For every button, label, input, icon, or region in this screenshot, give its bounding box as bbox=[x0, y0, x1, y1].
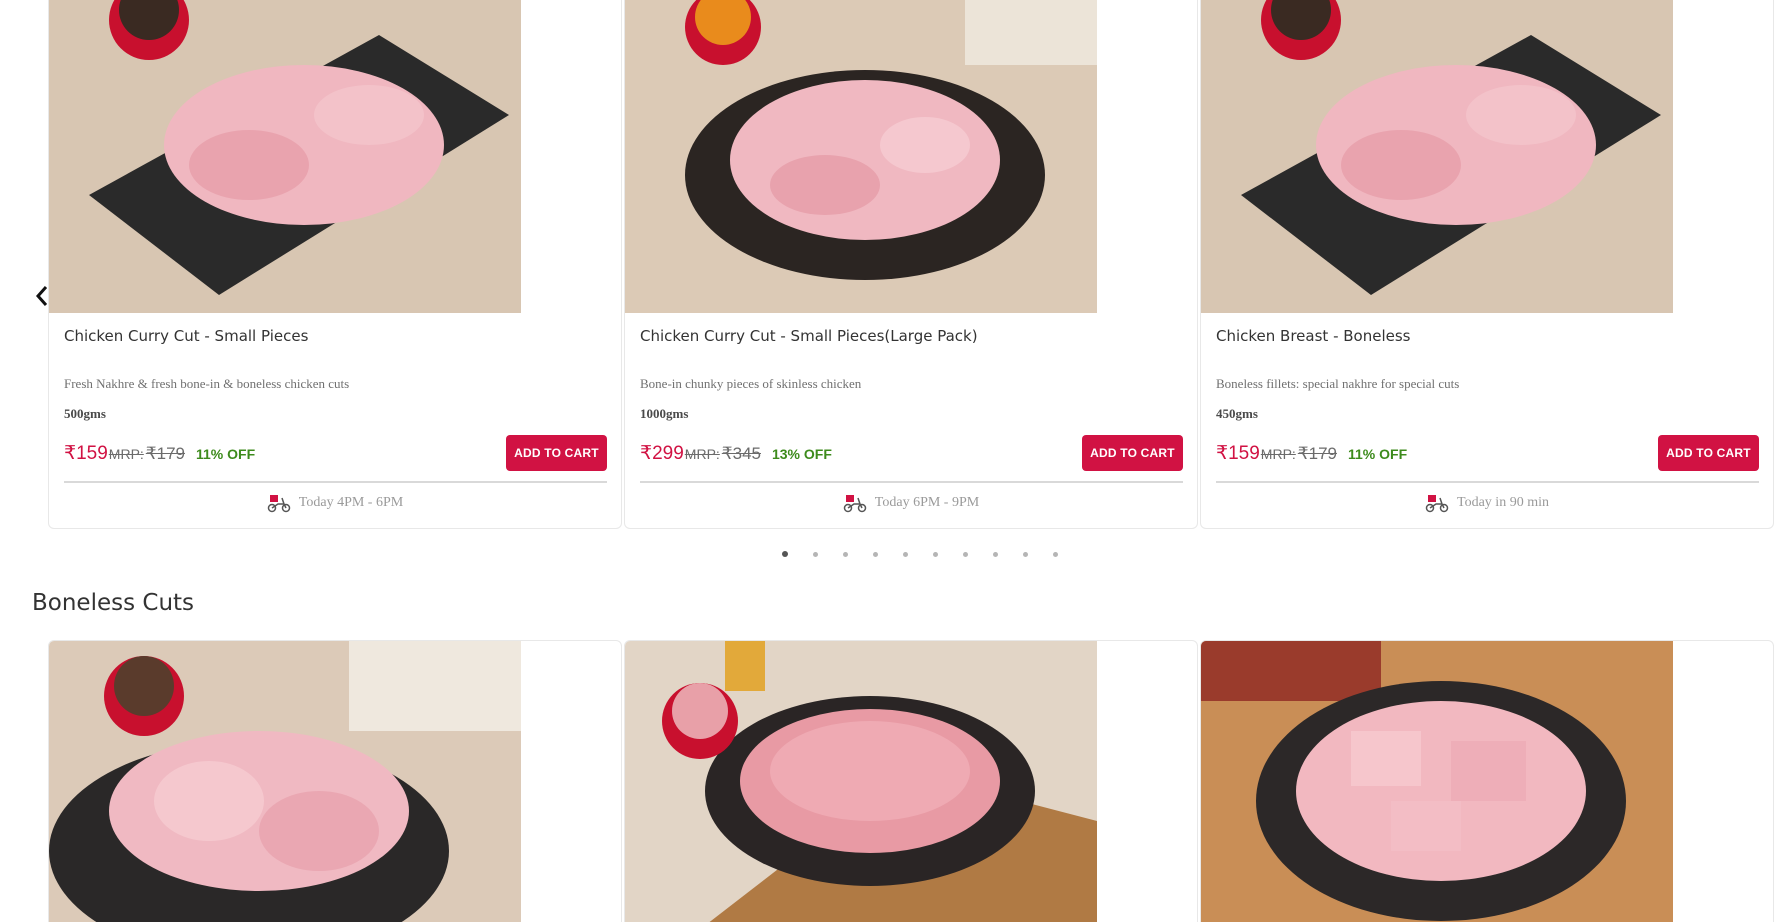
product-card[interactable]: Chicken Breast - Boneless Boneless fille… bbox=[1200, 0, 1774, 529]
product-image[interactable] bbox=[625, 641, 1097, 922]
product-mrp: ₹179 bbox=[1297, 444, 1337, 463]
product-card[interactable] bbox=[1200, 640, 1774, 922]
add-to-cart-button[interactable]: ADD TO CART bbox=[1658, 435, 1759, 471]
add-to-cart-button[interactable]: ADD TO CART bbox=[1082, 435, 1183, 471]
section-title: Boneless Cuts bbox=[32, 590, 195, 616]
product-name[interactable]: Chicken Breast - Boneless bbox=[1216, 327, 1410, 345]
scooter-icon bbox=[843, 493, 867, 513]
scooter-icon bbox=[267, 493, 291, 513]
product-image[interactable] bbox=[625, 0, 1097, 313]
carousel-dots bbox=[770, 549, 1070, 559]
discount-badge: 11% OFF bbox=[195, 446, 256, 462]
product-price: ₹299 bbox=[640, 443, 684, 464]
carousel-dot[interactable] bbox=[800, 549, 830, 559]
product-image[interactable] bbox=[1201, 0, 1673, 313]
delivery-time: Today 6PM - 9PM bbox=[874, 495, 980, 510]
mrp-label: MRP: bbox=[684, 446, 720, 462]
product-mrp: ₹179 bbox=[145, 444, 185, 463]
carousel-dot[interactable] bbox=[890, 549, 920, 559]
product-card[interactable] bbox=[624, 640, 1198, 922]
carousel-dot[interactable] bbox=[1040, 549, 1070, 559]
carousel-dot[interactable] bbox=[830, 549, 860, 559]
carousel-dot[interactable] bbox=[950, 549, 980, 559]
carousel-dot[interactable] bbox=[920, 549, 950, 559]
price-row: ₹159 MRP: ₹179 11% OFF bbox=[64, 442, 255, 465]
mrp-label: MRP: bbox=[1260, 446, 1296, 462]
product-price: ₹159 bbox=[1216, 443, 1260, 464]
chevron-left-icon bbox=[35, 286, 48, 306]
divider bbox=[1216, 481, 1759, 483]
product-card[interactable]: Chicken Curry Cut - Small Pieces(Large P… bbox=[624, 0, 1198, 529]
carousel-dot[interactable] bbox=[1010, 549, 1040, 559]
product-image[interactable] bbox=[1201, 641, 1673, 922]
delivery-info: Today 6PM - 9PM bbox=[625, 493, 1197, 513]
product-description: Boneless fillets: special nakhre for spe… bbox=[1216, 376, 1460, 391]
product-card[interactable] bbox=[48, 640, 622, 922]
product-image[interactable] bbox=[49, 0, 521, 313]
product-weight: 450gms bbox=[1216, 406, 1258, 421]
product-weight: 1000gms bbox=[640, 406, 689, 421]
price-row: ₹159 MRP: ₹179 11% OFF bbox=[1216, 442, 1407, 465]
delivery-time: Today 4PM - 6PM bbox=[298, 495, 404, 510]
divider bbox=[64, 481, 607, 483]
price-row: ₹299 MRP: ₹345 13% OFF bbox=[640, 442, 832, 465]
delivery-info: Today 4PM - 6PM bbox=[49, 493, 621, 513]
divider bbox=[640, 481, 1183, 483]
product-description: Fresh Nakhre & fresh bone-in & boneless … bbox=[64, 376, 350, 391]
mrp-label: MRP: bbox=[108, 446, 144, 462]
discount-badge: 11% OFF bbox=[1347, 446, 1408, 462]
product-weight: 500gms bbox=[64, 406, 106, 421]
product-mrp: ₹345 bbox=[721, 444, 761, 463]
discount-badge: 13% OFF bbox=[771, 446, 832, 462]
add-to-cart-button[interactable]: ADD TO CART bbox=[506, 435, 607, 471]
carousel-dot[interactable] bbox=[860, 549, 890, 559]
carousel-dot[interactable] bbox=[770, 549, 800, 559]
product-image[interactable] bbox=[49, 641, 521, 922]
product-price: ₹159 bbox=[64, 443, 108, 464]
product-description: Bone-in chunky pieces of skinless chicke… bbox=[640, 376, 862, 391]
scooter-icon bbox=[1425, 493, 1449, 513]
product-card[interactable]: Chicken Curry Cut - Small Pieces Fresh N… bbox=[48, 0, 622, 529]
product-name[interactable]: Chicken Curry Cut - Small Pieces(Large P… bbox=[640, 327, 978, 345]
delivery-time: Today in 90 min bbox=[1457, 495, 1549, 510]
carousel-dot[interactable] bbox=[980, 549, 1010, 559]
delivery-info: Today in 90 min bbox=[1201, 493, 1773, 513]
product-name[interactable]: Chicken Curry Cut - Small Pieces bbox=[64, 327, 308, 345]
